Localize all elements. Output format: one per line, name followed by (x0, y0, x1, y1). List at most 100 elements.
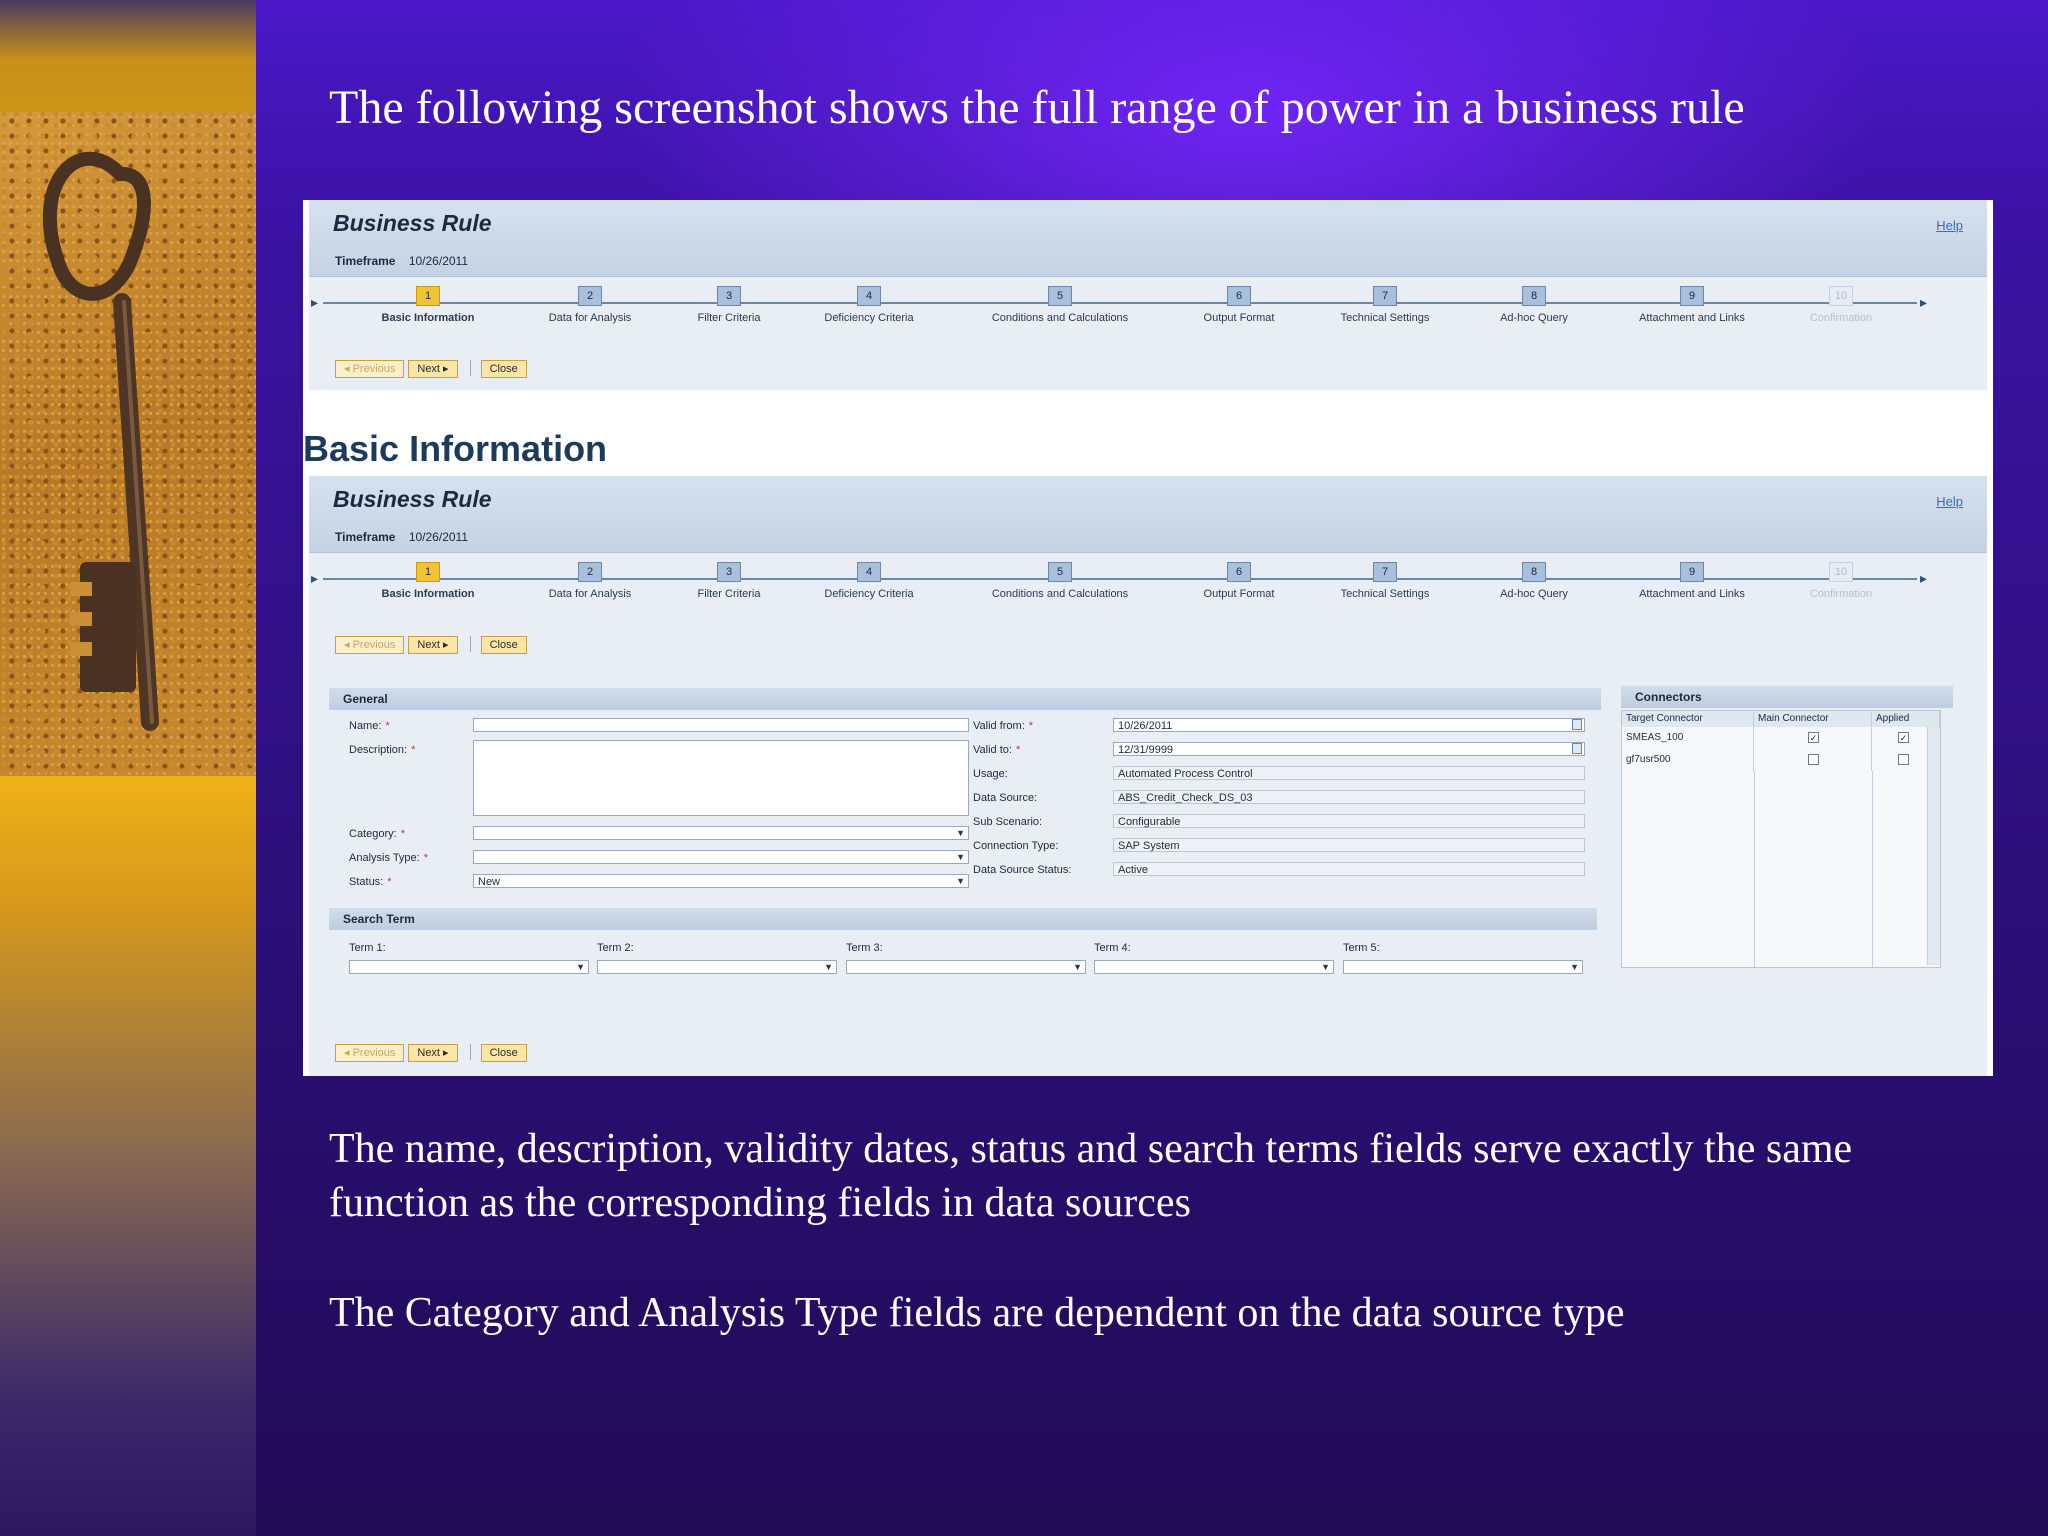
roadmap-step-3[interactable]: 3 Filter Criteria (654, 562, 804, 600)
close-button[interactable]: Close (480, 1044, 527, 1062)
sub-scenario-field: Configurable (1113, 814, 1585, 828)
previous-button[interactable]: ◂ Previous (335, 360, 405, 378)
roadmap-step-2[interactable]: 2 Data for Analysis (515, 562, 665, 600)
step-label: Technical Settings (1340, 312, 1430, 324)
step-label: Basic Information (381, 588, 475, 600)
roadmap-start-icon: ▸ (311, 570, 319, 586)
timeframe-value: 10/26/2011 (408, 254, 468, 268)
valid-from-input[interactable]: 10/26/2011 (1113, 718, 1585, 732)
step-label: Filter Criteria (697, 588, 761, 600)
valid-to-input[interactable]: 12/31/9999 (1113, 742, 1585, 756)
chevron-down-icon: ▼ (956, 876, 965, 886)
roadmap-step-7[interactable]: 7 Technical Settings (1310, 286, 1460, 324)
close-button[interactable]: Close (480, 360, 527, 378)
main-connector-checkbox[interactable]: ✓ (1808, 732, 1819, 743)
step-label: Technical Settings (1340, 588, 1430, 600)
help-link[interactable]: Help (1936, 494, 1963, 509)
calendar-icon[interactable] (1572, 719, 1582, 730)
nav-bar-bottom: ◂ Previous Next ▸ Close (335, 1044, 531, 1062)
step-number: 4 (857, 286, 881, 306)
status-dropdown[interactable]: New ▼ (473, 874, 969, 888)
valid-to-value: 12/31/9999 (1118, 744, 1174, 756)
close-button[interactable]: Close (480, 636, 527, 654)
name-input[interactable] (473, 718, 969, 732)
data-source-label: Data Source: (973, 792, 1038, 804)
roadmap-step-3[interactable]: 3 Filter Criteria (654, 286, 804, 324)
step-label: Confirmation (1809, 312, 1873, 324)
connector-name: gf7usr500 (1622, 749, 1754, 771)
next-button[interactable]: Next ▸ (408, 360, 458, 378)
previous-button[interactable]: ◂ Previous (335, 1044, 405, 1062)
nav-divider (469, 360, 471, 376)
roadmap-end-icon: ▸ (1919, 570, 1927, 586)
table-scrollbar[interactable] (1927, 727, 1940, 965)
description-textarea[interactable] (473, 740, 969, 816)
help-link[interactable]: Help (1936, 218, 1963, 233)
nav-bar-middle: ◂ Previous Next ▸ Close (335, 636, 531, 654)
rule-panel-main: Business Rule Help Timeframe 10/26/2011 … (309, 476, 1987, 1076)
step-number: 5 (1048, 562, 1072, 582)
roadmap-step-1[interactable]: 1 Basic Information (353, 286, 503, 324)
column-header[interactable]: Target Connector (1622, 711, 1754, 727)
applied-checkbox[interactable] (1898, 754, 1909, 765)
term-4-dropdown[interactable]: ▼ (1094, 960, 1334, 974)
term-3-dropdown[interactable]: ▼ (846, 960, 1086, 974)
paragraph-fields: The name, description, validity dates, s… (329, 1126, 1853, 1226)
step-label: Deficiency Criteria (824, 588, 914, 600)
term-4-label: Term 4: (1094, 942, 1131, 954)
roadmap-start-icon: ▸ (311, 294, 319, 310)
rule-header: Business Rule Help Timeframe 10/26/2011 (309, 476, 1987, 553)
step-label: Conditions and Calculations (991, 312, 1129, 324)
chevron-down-icon: ▼ (576, 962, 585, 972)
term-2-dropdown[interactable]: ▼ (597, 960, 837, 974)
timeframe: Timeframe 10/26/2011 (335, 254, 468, 268)
roadmap-step-6[interactable]: 6 Output Format (1164, 562, 1314, 600)
timeframe: Timeframe 10/26/2011 (335, 530, 468, 544)
main-connector-checkbox[interactable] (1808, 754, 1819, 765)
analysis-type-dropdown[interactable]: ▼ (473, 850, 969, 864)
next-button[interactable]: Next ▸ (408, 1044, 458, 1062)
rule-panel-top: Business Rule Help Timeframe 10/26/2011 … (309, 200, 1987, 390)
step-label: Deficiency Criteria (824, 312, 914, 324)
connectors-table: Target Connector Main Connector Applied … (1621, 710, 1941, 968)
status-value: New (478, 876, 501, 888)
roadmap-step-1[interactable]: 1 Basic Information (353, 562, 503, 600)
roadmap-step-9[interactable]: 9 Attachment and Links (1617, 562, 1767, 600)
roadmap-step-8[interactable]: 8 Ad-hoc Query (1459, 562, 1609, 600)
term-2-label: Term 2: (597, 942, 634, 954)
category-dropdown[interactable]: ▼ (473, 826, 969, 840)
column-header[interactable]: Main Connector (1754, 711, 1872, 727)
key-icon (42, 151, 159, 731)
term-1-dropdown[interactable]: ▼ (349, 960, 589, 974)
general-group-header: General (329, 688, 1601, 710)
category-label: Category: * (349, 828, 405, 840)
step-label: Attachment and Links (1639, 312, 1745, 324)
previous-button[interactable]: ◂ Previous (335, 636, 405, 654)
roadmap-step-5[interactable]: 5 Conditions and Calculations (985, 286, 1135, 324)
term-5-dropdown[interactable]: ▼ (1343, 960, 1583, 974)
roadmap-step-7[interactable]: 7 Technical Settings (1310, 562, 1460, 600)
step-number: 4 (857, 562, 881, 582)
roadmap-step-2[interactable]: 2 Data for Analysis (515, 286, 665, 324)
term-3-label: Term 3: (846, 942, 883, 954)
timeframe-label: Timeframe (335, 530, 396, 544)
applied-checkbox[interactable]: ✓ (1898, 732, 1909, 743)
sub-scenario-label: Sub Scenario: (973, 816, 1043, 828)
step-number: 9 (1680, 562, 1704, 582)
roadmap-step-8[interactable]: 8 Ad-hoc Query (1459, 286, 1609, 324)
step-label: Filter Criteria (697, 312, 761, 324)
rule-title: Business Rule (333, 210, 492, 236)
column-header[interactable]: Applied (1872, 711, 1940, 727)
roadmap-step-4[interactable]: 4 Deficiency Criteria (794, 286, 944, 324)
roadmap-step-5[interactable]: 5 Conditions and Calculations (985, 562, 1135, 600)
next-button[interactable]: Next ▸ (408, 636, 458, 654)
roadmap-step-6[interactable]: 6 Output Format (1164, 286, 1314, 324)
calendar-icon[interactable] (1572, 743, 1582, 754)
chevron-down-icon: ▼ (956, 852, 965, 862)
roadmap-step-10: 10 Confirmation (1766, 286, 1916, 324)
column-divider (1872, 771, 1873, 967)
roadmap-step-4[interactable]: 4 Deficiency Criteria (794, 562, 944, 600)
roadmap-step-10: 10 Confirmation (1766, 562, 1916, 600)
data-source-status-field: Active (1113, 862, 1585, 876)
roadmap-step-9[interactable]: 9 Attachment and Links (1617, 286, 1767, 324)
